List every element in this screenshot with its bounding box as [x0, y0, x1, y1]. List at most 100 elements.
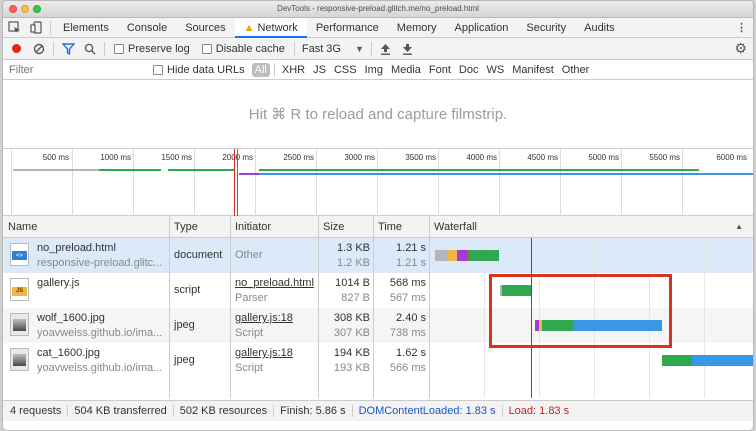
overview-tick [194, 149, 195, 216]
divider [370, 41, 372, 56]
col-divider [230, 216, 231, 237]
tab-console[interactable]: Console [118, 18, 176, 38]
overview-bar [259, 169, 699, 171]
search-icon[interactable] [79, 39, 101, 59]
status-dom-content-loaded: DOMContentLoaded: 1.83 s [353, 405, 503, 417]
filter-type-js[interactable]: JS [310, 64, 329, 76]
overview-tick-label: 2500 ms [283, 153, 314, 162]
sort-ascending-icon[interactable]: ▲ [735, 222, 743, 231]
tab-security[interactable]: Security [517, 18, 575, 38]
request-size: 308 KB [333, 312, 370, 324]
tab-sources[interactable]: Sources [176, 18, 234, 38]
request-size: 1.3 KB [336, 242, 370, 254]
waterfall-bar-waiting [662, 355, 692, 366]
request-initiator[interactable]: gallery.js:18 [235, 312, 293, 324]
filmstrip-message: Hit ⌘ R to reload and capture filmstrip. [248, 106, 508, 123]
overview-tick [72, 149, 73, 216]
request-initiator: Other [235, 249, 263, 261]
overview-tick-label: 1500 ms [161, 153, 192, 162]
throttle-select[interactable]: Fast 3G ▼ [298, 43, 368, 55]
overview-bar [168, 169, 235, 171]
col-time[interactable]: Time [378, 221, 402, 233]
tab-memory[interactable]: Memory [388, 18, 446, 38]
status-resources: 502 KB resources [174, 405, 275, 417]
col-size[interactable]: Size [323, 221, 344, 233]
divider [50, 20, 51, 35]
filter-input[interactable] [3, 60, 145, 79]
request-type: jpeg [174, 319, 195, 331]
download-icon[interactable] [397, 39, 419, 59]
col-waterfall[interactable]: Waterfall [434, 221, 477, 233]
gear-icon[interactable]: ⚙ [734, 40, 747, 57]
dom-content-loaded-marker [237, 149, 238, 216]
request-time: 1.21 s [396, 242, 426, 254]
overview-bar [239, 173, 259, 175]
overview-tick-label: 500 ms [42, 153, 69, 162]
request-time: 2.40 s [396, 312, 426, 324]
overview-tick [377, 149, 378, 216]
tab-application[interactable]: Application [446, 18, 518, 38]
tab-network[interactable]: ▲ Network [234, 17, 307, 38]
divider [273, 62, 275, 77]
overview-tick-label: 1000 ms [100, 153, 131, 162]
clear-icon[interactable] [28, 39, 50, 59]
filter-type-manifest[interactable]: Manifest [509, 64, 557, 76]
filter-type-ws[interactable]: WS [483, 64, 507, 76]
status-finish: Finish: 5.86 s [274, 405, 353, 417]
filter-icon[interactable] [57, 39, 79, 59]
request-initiator[interactable]: gallery.js:18 [235, 347, 293, 359]
request-initiator-type: Script [235, 327, 264, 339]
request-path: yoavweiss.github.io/ima... [37, 362, 163, 374]
filter-type-all[interactable]: All [251, 62, 270, 77]
col-initiator[interactable]: Initiator [235, 221, 271, 233]
overview-bar [99, 169, 161, 171]
request-latency: 566 ms [389, 362, 426, 374]
waterfall-bar-stalled [435, 250, 447, 261]
filter-type-xhr[interactable]: XHR [279, 64, 308, 76]
device-toolbar-icon[interactable] [25, 18, 47, 38]
table-row[interactable]: cat_1600.jpg yoavweiss.github.io/ima... … [3, 343, 753, 378]
divider [53, 41, 54, 56]
col-type[interactable]: Type [174, 221, 198, 233]
load-marker [234, 149, 235, 216]
filter-type-font[interactable]: Font [426, 64, 454, 76]
chevron-down-icon: ▼ [354, 43, 364, 54]
filter-type-img[interactable]: Img [362, 64, 386, 76]
preserve-log-checkbox[interactable]: Preserve log [114, 43, 190, 55]
col-name[interactable]: Name [8, 221, 37, 233]
panel-tabs: Elements Console Sources ▲ Network Perfor… [3, 17, 753, 38]
inspect-element-icon[interactable] [3, 18, 25, 38]
timeline-overview[interactable]: 500 ms 1000 ms 1500 ms 2000 ms 2500 ms 3… [3, 149, 753, 216]
filter-type-css[interactable]: CSS [331, 64, 360, 76]
request-type: jpeg [174, 354, 195, 366]
col-divider [318, 238, 319, 398]
request-initiator[interactable]: no_preload.html [235, 277, 314, 289]
highlight-annotation [489, 274, 672, 348]
disable-cache-checkbox[interactable]: Disable cache [201, 42, 285, 55]
tab-audits[interactable]: Audits [575, 18, 624, 38]
tab-performance[interactable]: Performance [307, 18, 388, 38]
image-file-icon [10, 313, 29, 336]
filter-type-doc[interactable]: Doc [456, 64, 482, 76]
divider [293, 41, 295, 56]
waterfall-bar-download [692, 355, 753, 366]
hide-data-urls-label: Hide data URLs [167, 63, 245, 76]
disable-cache-label: Disable cache [215, 42, 285, 55]
filter-type-other[interactable]: Other [559, 64, 593, 76]
status-bar: 4 requests 504 KB transferred 502 KB res… [3, 400, 753, 421]
status-requests: 4 requests [10, 405, 69, 417]
preserve-log-label: Preserve log [128, 42, 190, 55]
upload-icon[interactable] [375, 39, 397, 59]
filter-type-media[interactable]: Media [388, 64, 424, 76]
hide-data-urls-checkbox[interactable]: Hide data URLs [153, 64, 245, 76]
request-initiator-type: Script [235, 362, 264, 374]
waterfall-bar-ssl [457, 250, 467, 261]
tab-elements[interactable]: Elements [54, 18, 118, 38]
checkbox-box [114, 43, 124, 54]
more-options-icon[interactable]: ⋮ [736, 18, 747, 38]
col-divider [373, 238, 374, 398]
table-row[interactable]: no_preload.html responsive-preload.glitc… [3, 238, 753, 273]
record-icon[interactable] [12, 44, 21, 53]
waterfall-gridline [704, 238, 705, 398]
overview-tick [499, 149, 500, 216]
